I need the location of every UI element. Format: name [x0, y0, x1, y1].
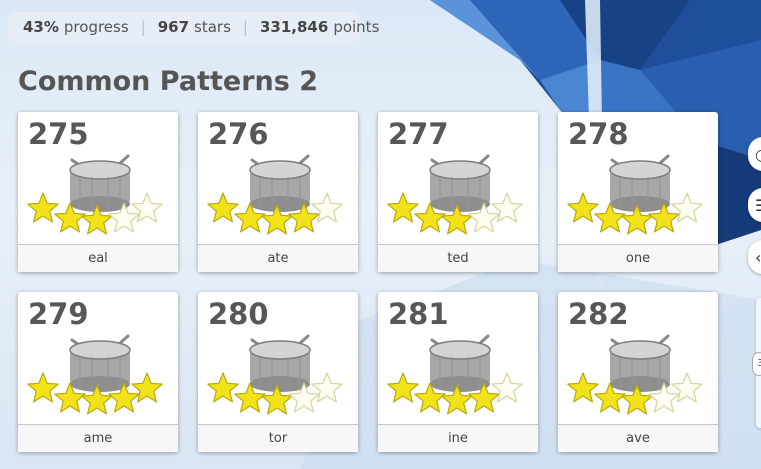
filled-star-icon — [387, 192, 419, 223]
filled-star-icon — [207, 372, 239, 403]
lesson-name: ate — [198, 244, 358, 272]
lesson-number: 276 — [208, 117, 269, 151]
lesson-card[interactable]: 281 ine — [378, 292, 538, 452]
filled-star-icon — [27, 372, 59, 403]
drum-icon — [429, 334, 491, 392]
lesson-name: ted — [378, 244, 538, 272]
lesson-number: 278 — [568, 117, 629, 151]
stats-separator: | — [242, 18, 248, 36]
empty-star-icon — [131, 192, 163, 223]
back-arrow-icon: ‹ — [755, 247, 761, 267]
drum-stars-graphic — [27, 154, 163, 235]
drum-stars-graphic — [387, 154, 523, 235]
lesson-number: 279 — [28, 297, 89, 331]
drum-icon — [609, 154, 671, 212]
filled-star-icon — [567, 192, 599, 223]
lesson-number: 277 — [388, 117, 449, 151]
clock-icon: ◷ — [755, 145, 761, 164]
stars-value: 967 — [157, 18, 190, 36]
empty-star-icon — [491, 192, 523, 223]
progress-label: progress — [63, 18, 129, 36]
filled-star-icon — [387, 372, 419, 403]
lesson-name: ine — [378, 424, 538, 452]
empty-star-icon — [671, 192, 703, 223]
lesson-name: one — [558, 244, 718, 272]
drum-stars-graphic — [207, 154, 343, 235]
empty-star-icon — [671, 372, 703, 403]
stars-label: stars — [194, 18, 231, 36]
drum-icon — [249, 154, 311, 212]
drum-icon — [249, 334, 311, 392]
lesson-number: 275 — [28, 117, 89, 151]
drum-icon — [69, 334, 131, 392]
empty-star-icon — [311, 192, 343, 223]
lesson-number: 281 — [388, 297, 449, 331]
drum-icon — [609, 334, 671, 392]
progress-value: 43% — [23, 18, 59, 36]
lesson-name: tor — [198, 424, 358, 452]
filled-star-icon — [27, 192, 59, 223]
points-value: 331,846 — [259, 18, 329, 36]
drum-stars-graphic — [27, 334, 163, 415]
drum-icon — [69, 154, 131, 212]
lesson-name: ave — [558, 424, 718, 452]
stats-bar: 43% progress | 967 stars | 331,846 point… — [8, 12, 379, 42]
drum-stars-graphic — [567, 154, 703, 235]
filled-star-icon — [567, 372, 599, 403]
stats-separator: | — [140, 18, 146, 36]
lesson-number: 282 — [568, 297, 629, 331]
lesson-card[interactable]: 282 ave — [558, 292, 718, 452]
drum-stars-graphic — [567, 334, 703, 415]
filled-star-icon — [131, 372, 163, 403]
drum-stars-graphic — [207, 334, 343, 415]
lesson-card[interactable]: 279 ame — [18, 292, 178, 452]
lesson-name: ame — [18, 424, 178, 452]
side-tab[interactable]: 3 — [752, 352, 761, 376]
empty-star-icon — [491, 372, 523, 403]
lesson-name: eal — [18, 244, 178, 272]
lesson-card[interactable]: 278 one — [558, 112, 718, 272]
empty-star-icon — [311, 372, 343, 403]
lesson-card[interactable]: 275 eal — [18, 112, 178, 272]
drum-icon — [429, 154, 491, 212]
lesson-card[interactable]: 277 ted — [378, 112, 538, 272]
list-icon: ☰ — [755, 196, 761, 215]
points-label: points — [333, 18, 380, 36]
page-title: Common Patterns 2 — [18, 66, 319, 97]
lesson-number: 280 — [208, 297, 269, 331]
lesson-card[interactable]: 276 ate — [198, 112, 358, 272]
filled-star-icon — [207, 192, 239, 223]
lesson-card[interactable]: 280 tor — [198, 292, 358, 452]
drum-stars-graphic — [387, 334, 523, 415]
